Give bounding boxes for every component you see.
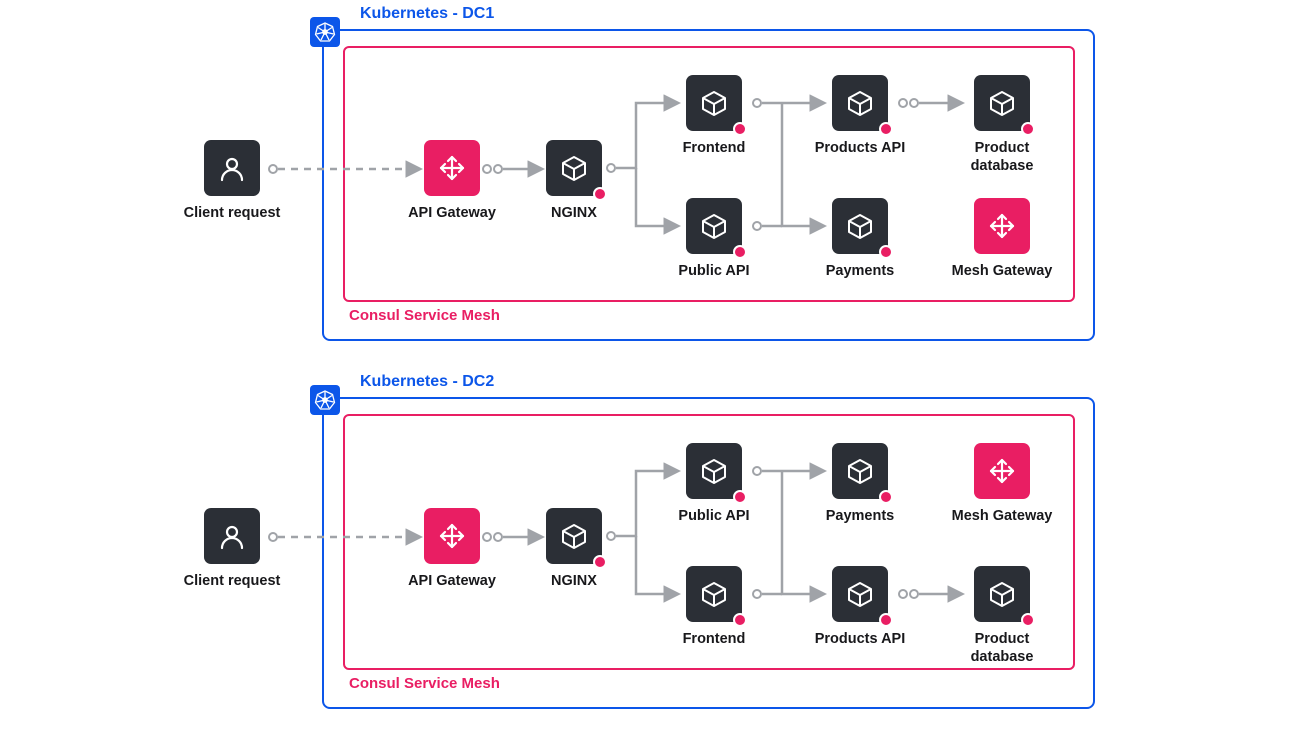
nginx-node: NGINX (530, 508, 618, 590)
mesh-gateway-label: Mesh Gateway (942, 507, 1062, 525)
cube-icon (974, 566, 1030, 622)
cube-icon (546, 140, 602, 196)
cube-icon (686, 75, 742, 131)
api-gateway-node: API Gateway (408, 140, 496, 222)
payments-node: Payments (816, 443, 904, 525)
mesh-gateway-node: Mesh Gateway (958, 443, 1046, 525)
cube-icon (546, 508, 602, 564)
client-request-node: Client request (188, 140, 276, 222)
cluster-title: Kubernetes - DC2 (360, 373, 494, 391)
move-icon (424, 508, 480, 564)
sidecar-dot-icon (733, 245, 747, 259)
sidecar-dot-icon (733, 490, 747, 504)
client-request-label: Client request (172, 572, 292, 590)
public-api-label: Public API (654, 262, 774, 280)
product-db-node: Product database (958, 566, 1046, 666)
product-db-label: Product database (942, 630, 1062, 666)
nginx-label: NGINX (514, 204, 634, 222)
sidecar-dot-icon (879, 490, 893, 504)
cube-icon (832, 198, 888, 254)
mesh-gateway-node: Mesh Gateway (958, 198, 1046, 280)
move-icon (424, 140, 480, 196)
cube-icon (686, 198, 742, 254)
cube-icon (974, 75, 1030, 131)
cube-icon (832, 566, 888, 622)
move-icon (974, 443, 1030, 499)
sidecar-dot-icon (733, 122, 747, 136)
sidecar-dot-icon (879, 122, 893, 136)
client-request-node: Client request (188, 508, 276, 590)
product-db-label: Product database (942, 139, 1062, 175)
api-gateway-label: API Gateway (392, 572, 512, 590)
nginx-label: NGINX (514, 572, 634, 590)
sidecar-dot-icon (593, 187, 607, 201)
sidecar-dot-icon (879, 613, 893, 627)
api-gateway-node: API Gateway (408, 508, 496, 590)
payments-label: Payments (800, 507, 920, 525)
products-api-label: Products API (800, 630, 920, 648)
cluster-title: Kubernetes - DC1 (360, 5, 494, 23)
public-api-node: Public API (670, 198, 758, 280)
client-request-label: Client request (172, 204, 292, 222)
mesh-gateway-label: Mesh Gateway (942, 262, 1062, 280)
frontend-label: Frontend (654, 630, 774, 648)
cube-icon (832, 443, 888, 499)
user-icon (204, 140, 260, 196)
kubernetes-icon (310, 17, 340, 47)
mesh-title: Consul Service Mesh (349, 307, 500, 324)
payments-label: Payments (800, 262, 920, 280)
nginx-node: NGINX (530, 140, 618, 222)
products-api-node: Products API (816, 75, 904, 157)
cube-icon (832, 75, 888, 131)
public-api-node: Public API (670, 443, 758, 525)
payments-node: Payments (816, 198, 904, 280)
frontend-node: Frontend (670, 75, 758, 157)
sidecar-dot-icon (879, 245, 893, 259)
cube-icon (686, 443, 742, 499)
api-gateway-label: API Gateway (392, 204, 512, 222)
cube-icon (686, 566, 742, 622)
user-icon (204, 508, 260, 564)
products-api-label: Products API (800, 139, 920, 157)
sidecar-dot-icon (593, 555, 607, 569)
kubernetes-icon (310, 385, 340, 415)
products-api-node: Products API (816, 566, 904, 648)
sidecar-dot-icon (1021, 122, 1035, 136)
product-db-node: Product database (958, 75, 1046, 175)
move-icon (974, 198, 1030, 254)
sidecar-dot-icon (1021, 613, 1035, 627)
mesh-title: Consul Service Mesh (349, 675, 500, 692)
frontend-node: Frontend (670, 566, 758, 648)
public-api-label: Public API (654, 507, 774, 525)
frontend-label: Frontend (654, 139, 774, 157)
sidecar-dot-icon (733, 613, 747, 627)
